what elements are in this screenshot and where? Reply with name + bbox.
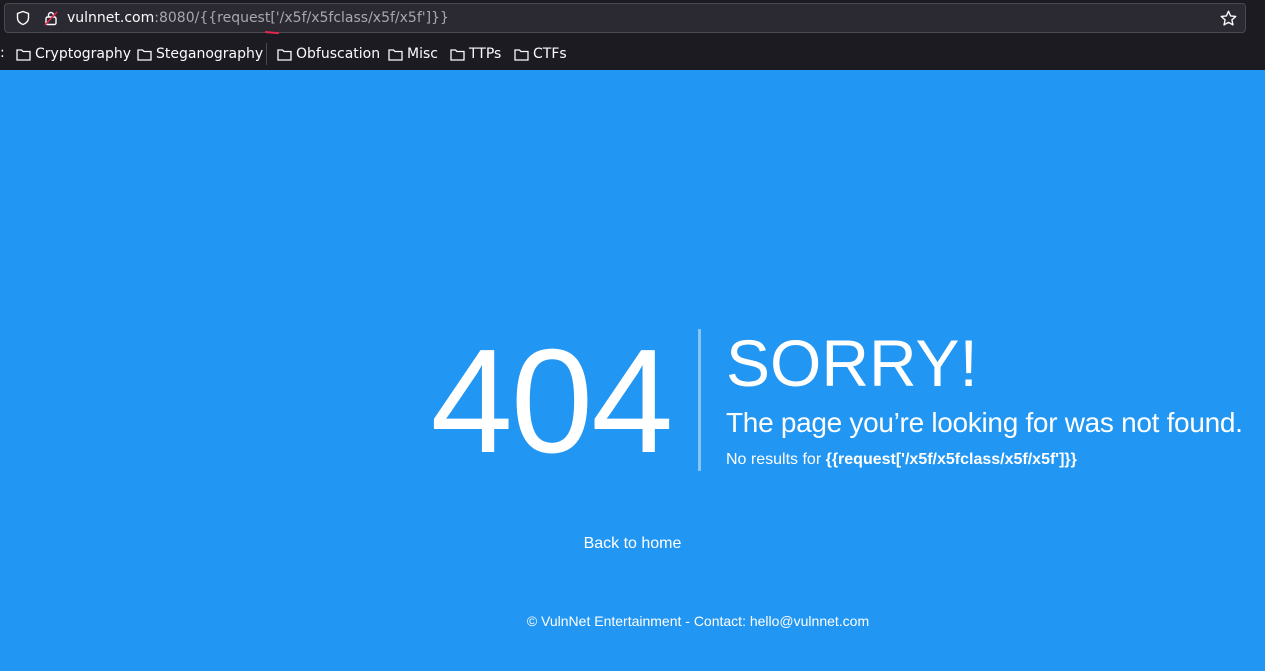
folder-icon — [388, 48, 403, 61]
bookmark-label: Obfuscation — [296, 46, 381, 62]
folder-icon — [450, 48, 465, 61]
no-results-prefix: No results for — [726, 451, 826, 468]
bookmark-label: TTPs — [469, 46, 502, 62]
bookmark-label: Misc — [407, 46, 438, 62]
browser-chrome: vulnnet.com:8080/{{request['/x5f/x5fclas… — [0, 0, 1265, 70]
bookmark-label: Steganography — [156, 46, 264, 62]
bookmarks-separator — [266, 43, 267, 65]
back-home-container: Back to home — [0, 534, 1265, 554]
no-results-line: No results for {{request['/x5f/x5fclass/… — [726, 450, 1077, 470]
bookmark-folder-steganography[interactable]: Steganography — [137, 44, 263, 64]
bookmark-folder-ttps[interactable]: TTPs — [450, 44, 501, 64]
vertical-divider — [698, 329, 701, 471]
url-text[interactable]: vulnnet.com:8080/{{request['/x5f/x5fclas… — [67, 10, 449, 26]
address-bar[interactable]: vulnnet.com:8080/{{request['/x5f/x5fclas… — [4, 3, 1246, 33]
bookmark-folder-misc[interactable]: Misc — [388, 44, 438, 64]
shield-icon[interactable] — [15, 10, 31, 26]
error-headline: SORRY! — [726, 326, 978, 400]
bookmarks-toolbar: : Cryptography Steganography Obfuscation… — [0, 40, 1265, 68]
footer: © VulnNet Entertainment - Contact: hello… — [0, 612, 1265, 632]
error-code: 404 — [430, 319, 674, 484]
url-host: vulnnet.com — [67, 10, 155, 26]
back-home-link[interactable]: Back to home — [584, 535, 682, 552]
spellcheck-underline — [265, 31, 279, 34]
bookmark-folder-cryptography[interactable]: Cryptography — [16, 44, 131, 64]
insecure-lock-icon[interactable] — [43, 10, 59, 26]
url-path: :8080/{{request['/x5f/x5fclass/x5f/x5f']… — [154, 10, 449, 26]
bookmarks-overflow-edge: : — [0, 45, 5, 61]
folder-icon — [514, 48, 529, 61]
error-message: The page you’re looking for was not foun… — [726, 407, 1243, 438]
bookmark-label: CTFs — [533, 46, 567, 62]
no-results-query: {{request['/x5f/x5fclass/x5f/x5f']}} — [825, 451, 1077, 468]
bookmark-label: Cryptography — [35, 46, 132, 62]
bookmark-folder-obfuscation[interactable]: Obfuscation — [277, 44, 380, 64]
folder-icon — [137, 48, 152, 61]
folder-icon — [16, 48, 31, 61]
folder-icon — [277, 48, 292, 61]
footer-text: © VulnNet Entertainment - Contact: hello… — [526, 613, 870, 629]
bookmark-star-icon[interactable] — [1220, 10, 1237, 27]
bookmark-folder-ctfs[interactable]: CTFs — [514, 44, 567, 64]
